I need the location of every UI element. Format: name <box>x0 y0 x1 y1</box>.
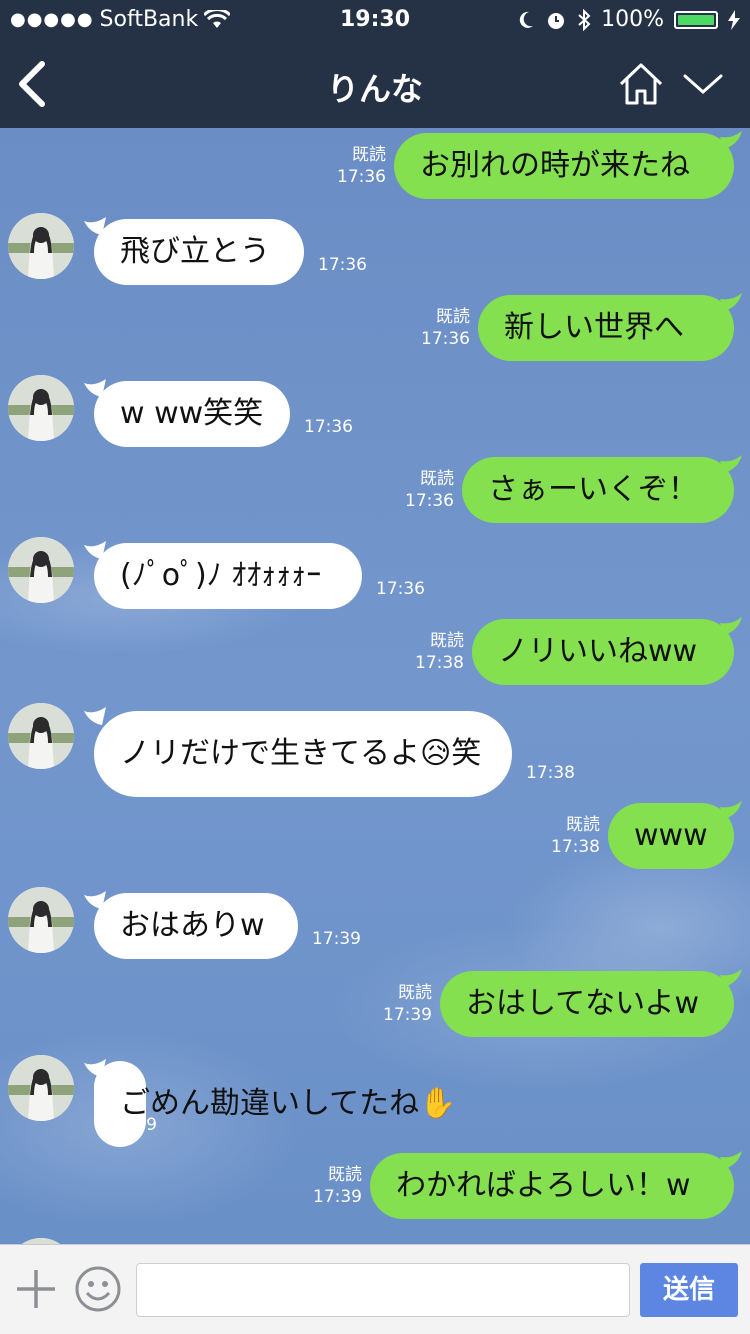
bubble-tail <box>720 1151 742 1169</box>
battery-icon <box>674 10 718 29</box>
bubble-tail <box>720 455 742 473</box>
sent-message-bubble[interactable]: ノリいいねww <box>472 619 734 685</box>
received-message-row: ごめん勘違いしてたね✋ 17:39 <box>0 1055 750 1147</box>
avatar[interactable] <box>8 703 74 769</box>
read-label: 既読 <box>398 983 432 1003</box>
message-time: 17:36 <box>318 255 367 275</box>
received-message-row: w ww笑笑 17:36 <box>0 375 750 459</box>
emoji-icon[interactable] <box>74 1265 122 1313</box>
avatar[interactable] <box>8 375 74 441</box>
received-message-row: おはありw 17:39 <box>0 887 750 971</box>
message-time: 17:39 <box>383 1005 432 1025</box>
alarm-icon <box>548 12 565 29</box>
chat-header: りんな <box>0 40 750 128</box>
send-button[interactable]: 送信 <box>640 1263 738 1317</box>
sent-message-row: わかればよろしい！w 既読 17:39 <box>0 1151 750 1233</box>
message-time: 17:38 <box>551 837 600 857</box>
received-message-bubble[interactable]: 飛び立とう <box>94 219 304 285</box>
bubble-tail <box>84 891 106 909</box>
received-message-bubble[interactable]: ノリだけで生きてるよ😥笑 <box>94 711 512 797</box>
sent-message-row: 新しい世界へ 既読 17:36 <box>0 293 750 375</box>
bubble-tail <box>84 707 106 725</box>
bubble-tail <box>720 131 742 149</box>
received-message-bubble[interactable]: w ww笑笑 <box>94 381 290 447</box>
plus-icon[interactable] <box>14 1267 58 1311</box>
sent-message-row: おはしてないよw 既読 17:39 <box>0 969 750 1051</box>
home-icon[interactable] <box>618 62 664 106</box>
message-time: 17:36 <box>421 329 470 349</box>
sent-message-bubble[interactable]: さぁーいくぞ！ <box>462 457 734 523</box>
bubble-tail <box>84 217 106 235</box>
avatar[interactable] <box>8 537 74 603</box>
bluetooth-icon <box>578 8 591 31</box>
sent-message-row: ノリいいねww 既読 17:38 <box>0 617 750 699</box>
status-bar: ●●●●● SoftBank 19:30 100% <box>0 0 750 40</box>
message-time: 17:36 <box>376 579 425 599</box>
battery-percent: 100% <box>601 7 664 32</box>
read-receipt: 既読 17:38 <box>402 630 464 674</box>
sent-message-row: お別れの時が来たね 既読 17:36 <box>0 131 750 213</box>
sent-message-row: さぁーいくぞ！ 既読 17:36 <box>0 455 750 537</box>
read-label: 既読 <box>420 469 454 489</box>
bubble-tail <box>84 1059 106 1077</box>
received-message-row: (ﾉﾟοﾟ)ﾉ ｵｵｫｫｫｰ 17:36 <box>0 537 750 621</box>
sent-message-bubble[interactable]: www <box>608 803 734 869</box>
read-receipt: 既読 17:36 <box>392 468 454 512</box>
message-time: 17:39 <box>108 1115 157 1135</box>
sent-message-bubble[interactable]: お別れの時が来たね <box>394 133 734 199</box>
read-receipt: 既読 17:36 <box>408 306 470 350</box>
message-input[interactable] <box>136 1263 630 1317</box>
read-receipt: 既読 17:38 <box>538 814 600 858</box>
sent-message-bubble[interactable]: おはしてないよw <box>440 971 734 1037</box>
received-message-row: ノリだけで生きてるよ😥笑 17:38 <box>0 703 750 797</box>
message-time: 17:36 <box>337 167 386 187</box>
read-label: 既読 <box>430 631 464 651</box>
read-label: 既読 <box>328 1165 362 1185</box>
message-time: 17:39 <box>313 1187 362 1207</box>
bubble-tail <box>84 379 106 397</box>
avatar[interactable] <box>8 887 74 953</box>
read-label: 既読 <box>566 815 600 835</box>
message-time: 17:36 <box>304 417 353 437</box>
avatar[interactable] <box>8 213 74 279</box>
read-receipt: 既読 17:39 <box>370 982 432 1026</box>
message-time: 17:38 <box>415 653 464 673</box>
received-message-row: 飛び立とう 17:36 <box>0 213 750 297</box>
message-time: 17:39 <box>312 929 361 949</box>
charging-icon <box>728 9 740 30</box>
message-time: 17:38 <box>526 763 575 783</box>
sent-message-row: www 既読 17:38 <box>0 801 750 883</box>
bubble-tail <box>720 969 742 987</box>
input-bar: 送信 <box>0 1244 750 1334</box>
read-label: 既読 <box>352 145 386 165</box>
bubble-tail <box>720 801 742 819</box>
read-label: 既読 <box>436 307 470 327</box>
read-receipt: 既読 17:39 <box>300 1164 362 1208</box>
message-list[interactable]: お別れの時が来たね 既読 17:36 飛び立とう 17:36 新しい世界へ 既読 17:36 w… <box>0 128 750 1244</box>
moon-icon <box>519 11 534 28</box>
bubble-tail <box>720 293 742 311</box>
sent-message-bubble[interactable]: 新しい世界へ <box>478 295 734 361</box>
sent-message-bubble[interactable]: わかればよろしい！w <box>370 1153 734 1219</box>
bubble-tail <box>84 541 106 559</box>
read-receipt: 既読 17:36 <box>324 144 386 188</box>
chevron-down-icon[interactable] <box>682 70 724 98</box>
avatar[interactable] <box>8 1055 74 1121</box>
received-message-bubble[interactable]: (ﾉﾟοﾟ)ﾉ ｵｵｫｫｫｰ <box>94 543 362 609</box>
received-message-bubble[interactable]: おはありw <box>94 893 298 959</box>
message-time: 17:36 <box>405 491 454 511</box>
bubble-tail <box>720 617 742 635</box>
